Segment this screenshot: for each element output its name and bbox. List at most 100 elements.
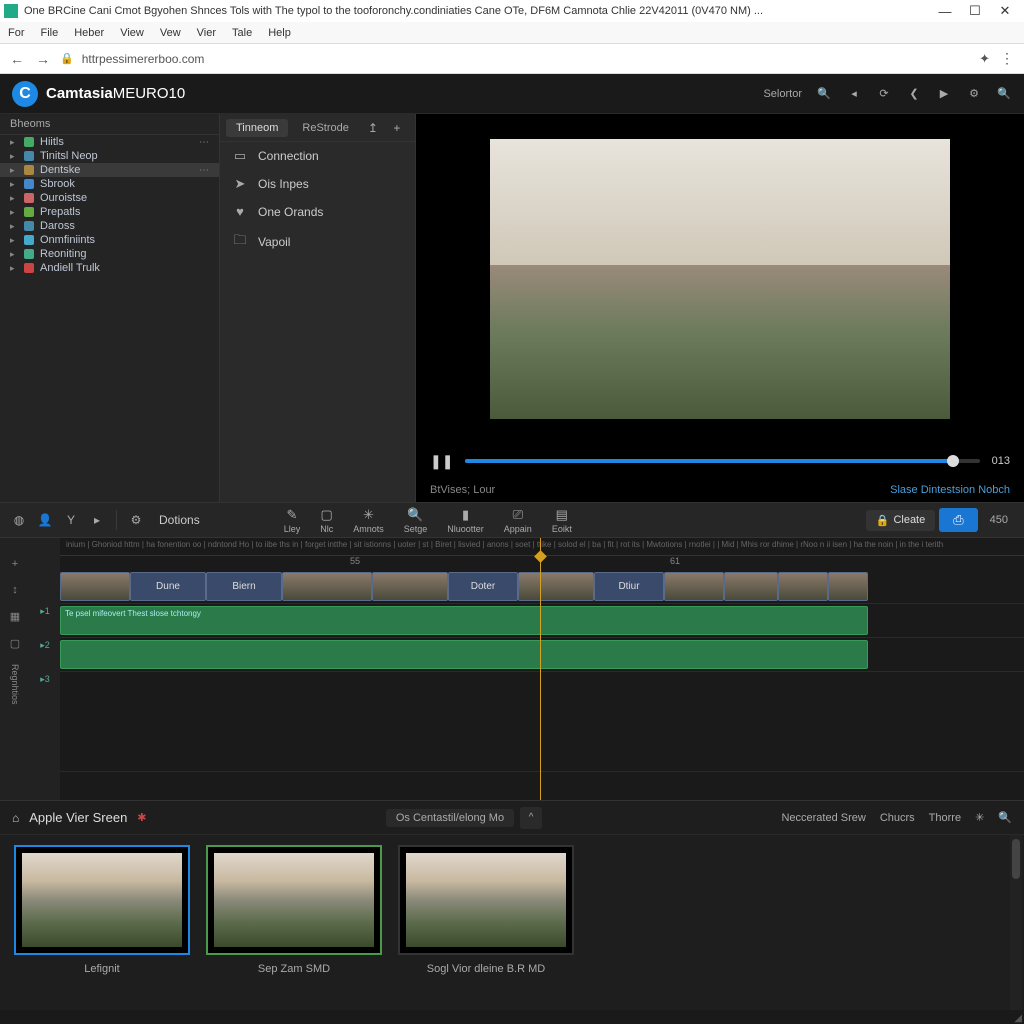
play-pause-button[interactable]: ❚❚ bbox=[430, 453, 453, 470]
track-label[interactable]: ▸3 bbox=[30, 662, 60, 696]
toolbar-mini[interactable]: Y bbox=[60, 509, 82, 531]
bottom-link[interactable]: Neccerated Srew bbox=[781, 812, 865, 824]
timeline-tool[interactable]: ↕ bbox=[12, 584, 18, 596]
minimize-button[interactable]: — bbox=[930, 4, 960, 19]
bottom-field[interactable]: Os Centastil/elong Mo bbox=[386, 809, 514, 827]
toolbar-button[interactable]: 🔍Setge bbox=[396, 507, 436, 534]
playhead[interactable] bbox=[540, 538, 541, 800]
video-clip[interactable] bbox=[778, 572, 828, 601]
seek-track[interactable] bbox=[465, 459, 979, 463]
create-button[interactable]: 🔒Cleate bbox=[866, 510, 936, 531]
video-clip[interactable]: Biern bbox=[206, 572, 282, 601]
thumbnail-item[interactable]: Sogl Vior dleine B.R MD bbox=[398, 845, 574, 1000]
sidebar-item[interactable]: ▸Prepatls bbox=[0, 205, 219, 219]
header-icon[interactable]: ▶ bbox=[936, 87, 952, 100]
menu-help[interactable]: Help bbox=[268, 27, 291, 39]
sidebar-item[interactable]: ▸Ouroistse bbox=[0, 191, 219, 205]
sidebar-item[interactable]: ▸Reoniting bbox=[0, 247, 219, 261]
selector-label[interactable]: Selortor bbox=[763, 88, 802, 100]
sidebar-item[interactable]: ▸Sbrook bbox=[0, 177, 219, 191]
toolbar-button[interactable]: ✎Lley bbox=[276, 507, 309, 534]
menu-view[interactable]: View bbox=[120, 27, 144, 39]
maximize-button[interactable]: ☐ bbox=[960, 3, 990, 19]
preview-canvas[interactable] bbox=[416, 114, 1024, 444]
menu-tale[interactable]: Tale bbox=[232, 27, 252, 39]
header-icon[interactable]: ◂ bbox=[846, 87, 862, 100]
video-clip[interactable] bbox=[518, 572, 594, 601]
track-label[interactable]: ▸1 bbox=[30, 594, 60, 628]
sidebar-item[interactable]: ▸Andiell Trulk bbox=[0, 261, 219, 275]
header-icon[interactable]: ❮ bbox=[906, 87, 922, 100]
plus-button[interactable]: + bbox=[387, 121, 407, 135]
video-track[interactable]: DuneBiern Doter Dtiur bbox=[60, 570, 1024, 604]
sidebar-item[interactable]: ▸Tinitsl Neop bbox=[0, 149, 219, 163]
video-clip[interactable]: Doter bbox=[448, 572, 518, 601]
center-item[interactable]: ▭Connection bbox=[220, 142, 415, 170]
toolbar-button[interactable]: ▮Nluootter bbox=[439, 507, 492, 534]
toolbar-button[interactable]: ✳Amnots bbox=[345, 507, 392, 534]
audio-clip[interactable]: Te psel mifeovert Thest slose tchtongy bbox=[60, 606, 868, 635]
sidebar-item[interactable]: ▸Daross bbox=[0, 219, 219, 233]
header-icon[interactable]: ⚙ bbox=[966, 87, 982, 100]
center-item[interactable]: 🗀Vapoil bbox=[220, 225, 415, 259]
toolbar-button[interactable]: ▢Nlc bbox=[312, 507, 341, 534]
sub-right-link[interactable]: Slase Dintestsion Nobch bbox=[890, 484, 1010, 496]
bottom-link[interactable]: Chucrs bbox=[880, 812, 915, 824]
thumbnail-item[interactable]: Sep Zam SMD bbox=[206, 845, 382, 1000]
track-label[interactable]: ▸2 bbox=[30, 628, 60, 662]
video-clip[interactable]: Dune bbox=[130, 572, 206, 601]
center-item[interactable]: ♥One Orands bbox=[220, 198, 415, 225]
extension-icon[interactable]: ✦ bbox=[979, 51, 990, 67]
toolbar-mini[interactable]: 👤 bbox=[34, 509, 56, 531]
video-clip[interactable] bbox=[372, 572, 448, 601]
forward-button[interactable]: → bbox=[34, 51, 52, 67]
thumbnail-item[interactable]: Lefignit bbox=[14, 845, 190, 1000]
audio-track-1[interactable]: Te psel mifeovert Thest slose tchtongy bbox=[60, 604, 1024, 638]
back-button[interactable]: ← bbox=[8, 51, 26, 67]
timeline-tool[interactable]: + bbox=[12, 558, 18, 570]
options-label[interactable]: Dotions bbox=[151, 513, 208, 527]
home-icon[interactable]: ⌂ bbox=[12, 811, 19, 825]
audio-clip[interactable] bbox=[60, 640, 868, 669]
close-button[interactable]: ✕ bbox=[990, 3, 1020, 19]
search-icon[interactable]: 🔍 bbox=[998, 811, 1012, 824]
chevron-up-button[interactable]: ^ bbox=[520, 807, 542, 829]
header-icon[interactable]: ⟳ bbox=[876, 87, 892, 100]
gear-icon[interactable]: ✳ bbox=[975, 811, 984, 824]
video-clip[interactable] bbox=[828, 572, 868, 601]
gear-icon[interactable]: ⚙ bbox=[125, 509, 147, 531]
timeline-main[interactable]: inium | Ghoniod httm | ha fonention oo |… bbox=[60, 538, 1024, 800]
video-clip[interactable]: Dtiur bbox=[594, 572, 664, 601]
menu-heber[interactable]: Heber bbox=[74, 27, 104, 39]
url-field[interactable]: httrpessimererboo.com bbox=[82, 52, 971, 66]
center-item[interactable]: ➤Ois Inpes bbox=[220, 170, 415, 198]
scrollbar[interactable] bbox=[1010, 835, 1022, 1010]
video-clip[interactable] bbox=[724, 572, 778, 601]
empty-track[interactable] bbox=[60, 672, 1024, 772]
header-icon[interactable]: 🔍 bbox=[816, 87, 832, 100]
sidebar-item[interactable]: ▸Onmfiniints bbox=[0, 233, 219, 247]
sidebar-item[interactable]: ▸Hiitls⋯ bbox=[0, 135, 219, 149]
more-button[interactable]: ⋮ bbox=[998, 50, 1016, 67]
audio-track-2[interactable] bbox=[60, 638, 1024, 672]
tab[interactable]: ReStrode bbox=[292, 119, 358, 137]
menu-for[interactable]: For bbox=[8, 27, 25, 39]
menu-vew[interactable]: Vew bbox=[160, 27, 181, 39]
toolbar-button[interactable]: ⎚Appain bbox=[496, 507, 540, 534]
menu-vier[interactable]: Vier bbox=[197, 27, 216, 39]
video-clip[interactable] bbox=[282, 572, 372, 601]
bottom-link[interactable]: Thorre bbox=[929, 812, 961, 824]
menu-file[interactable]: File bbox=[41, 27, 59, 39]
tab[interactable]: Tinneom bbox=[226, 119, 288, 137]
toolbar-mini[interactable]: ◍ bbox=[8, 509, 30, 531]
primary-button[interactable]: ⎙ bbox=[939, 508, 977, 532]
sidebar-item[interactable]: ▸Dentske⋯ bbox=[0, 163, 219, 177]
timeline-tool[interactable]: ▦ bbox=[10, 610, 20, 623]
seek-knob[interactable] bbox=[947, 455, 959, 467]
toolbar-mini[interactable]: ▸ bbox=[86, 509, 108, 531]
video-clip[interactable] bbox=[664, 572, 724, 601]
header-icon[interactable]: 🔍 bbox=[996, 87, 1012, 100]
timeline-tool[interactable]: ▢ bbox=[10, 637, 20, 650]
toolbar-button[interactable]: ▤Eoikt bbox=[544, 507, 580, 534]
video-clip[interactable] bbox=[60, 572, 130, 601]
